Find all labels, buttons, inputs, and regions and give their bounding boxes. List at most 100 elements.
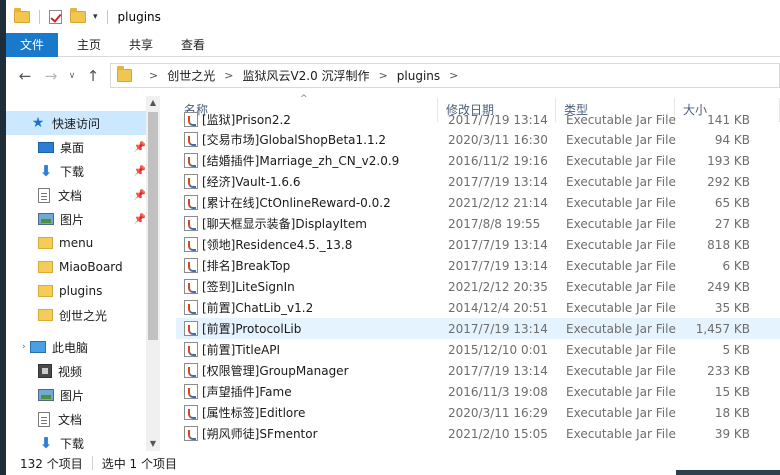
download-icon: ⬇ xyxy=(39,434,53,452)
table-row[interactable]: [前置]ChatLib_v1.2 2014/12/4 20:51 Executabl… xyxy=(176,297,780,318)
jar-file-icon xyxy=(184,237,198,252)
file-name-cell: [领地]Residence4.5._13.8 xyxy=(176,236,438,253)
nav-label: 下载 xyxy=(60,164,85,179)
breadcrumb-separator: > xyxy=(149,69,159,82)
file-size: 15 KB xyxy=(714,384,750,399)
nav-item-chuangshizhiguang[interactable]: 创世之光 xyxy=(6,303,146,327)
nav-label: 文档 xyxy=(58,188,83,203)
background-window-edge xyxy=(676,470,780,475)
file-size: 94 KB xyxy=(714,132,750,147)
table-row[interactable]: [排名]BreakTop 2017/7/19 13:14 Executable Ja… xyxy=(176,255,780,276)
nav-item-menu[interactable]: menu xyxy=(6,231,146,255)
file-size: 193 KB xyxy=(707,153,750,168)
jar-file-icon xyxy=(184,216,198,231)
table-row[interactable]: [朔风师徒]SFmentor 2021/2/10 15:05 Executable … xyxy=(176,423,780,444)
table-row[interactable]: [聊天框显示装备]DisplayItem 2017/8/8 19:55 Execut… xyxy=(176,213,780,234)
file-size: 1,457 KB xyxy=(695,321,750,336)
nav-item-desktop[interactable]: 桌面 📌 xyxy=(6,135,146,159)
table-row[interactable]: [权限管理]GroupManager 2017/7/19 13:14 Executa… xyxy=(176,360,780,381)
file-name-cell: [监狱]Prison2.2 xyxy=(176,111,438,128)
nav-item-downloads[interactable]: ⬇ 下载 📌 xyxy=(6,159,146,183)
file-name: [结婚插件]Marriage_zh_CN_v2.0.9 xyxy=(202,154,400,168)
folder-icon xyxy=(117,66,132,82)
file-type: Executable Jar File xyxy=(566,363,676,378)
nav-quick-access[interactable]: ★ 快速访问 xyxy=(6,111,146,135)
forward-button[interactable]: → xyxy=(38,67,64,85)
expand-chevron-icon[interactable]: › xyxy=(22,342,26,352)
table-row[interactable]: [累计在线]CtOnlineReward-0.0.2 2021/2/12 21:1… xyxy=(176,192,780,213)
table-row[interactable]: [属性标签]Editlore 2020/3/11 16:29 Executable … xyxy=(176,402,780,423)
file-name: [监狱]Prison2.2 xyxy=(202,113,291,127)
new-folder-icon[interactable] xyxy=(70,7,86,23)
file-name-cell: [前置]ProtocolLib xyxy=(176,320,438,337)
table-row[interactable]: [监狱]Prison2.2 2017/7/19 13:14 Executable J… xyxy=(176,110,780,129)
file-name: [领地]Residence4.5._13.8 xyxy=(202,238,353,252)
pictures-icon xyxy=(38,213,54,225)
file-type: Executable Jar File xyxy=(566,132,676,147)
nav-this-pc[interactable]: › 此电脑 xyxy=(6,335,146,359)
customize-toolbar-dropdown[interactable]: ▾ xyxy=(93,12,98,22)
table-row[interactable]: [结婚插件]Marriage_zh_CN_v2.0.9 2016/11/2 19:… xyxy=(176,150,780,171)
tab-view[interactable]: 查看 xyxy=(168,33,218,57)
navigation-scrollbar[interactable]: ▲ ▼ xyxy=(146,96,160,451)
modified-date: 2021/2/12 21:14 xyxy=(448,195,548,210)
recent-locations-button[interactable]: ∨ xyxy=(64,71,80,81)
ribbon-tabs: 文件 主页 共享 查看 xyxy=(6,33,780,57)
table-row[interactable]: [声望插件]Fame 2016/11/3 19:08 Executable Jar … xyxy=(176,381,780,402)
file-type: Executable Jar File xyxy=(566,153,676,168)
jar-file-icon xyxy=(184,112,198,127)
modified-date: 2017/7/19 13:14 xyxy=(448,363,548,378)
nav-label: menu xyxy=(59,236,94,250)
nav-label: 文档 xyxy=(58,412,83,427)
table-row[interactable]: [前置]ProtocolLib 2017/7/19 13:14 Executable… xyxy=(176,318,780,339)
tab-home[interactable]: 主页 xyxy=(64,33,114,57)
table-row[interactable]: [交易市场]GlobalShopBeta1.1.2 2020/3/11 16:30… xyxy=(176,129,780,150)
address-bar[interactable]: > 创世之光 > 监狱风云V2.0 沉浮制作 > plugins > xyxy=(110,63,780,88)
modified-date: 2021/2/12 20:35 xyxy=(448,279,548,294)
nav-item-documents[interactable]: 文档 📌 xyxy=(6,183,146,207)
pin-icon: 📌 xyxy=(133,165,146,177)
table-row[interactable]: [前置]TitleAPI 2015/12/10 0:01 Executable Ja… xyxy=(176,339,780,360)
nav-item-miaoboard[interactable]: MiaoBoard xyxy=(6,255,146,279)
download-icon: ⬇ xyxy=(39,162,53,180)
table-row[interactable]: [领地]Residence4.5._13.8 2017/7/19 13:14 Exe… xyxy=(176,234,780,255)
jar-file-icon xyxy=(184,342,198,357)
nav-item-plugins[interactable]: plugins xyxy=(6,279,146,303)
tab-share[interactable]: 共享 xyxy=(116,33,166,57)
tab-file[interactable]: 文件 xyxy=(6,33,59,57)
breadcrumb-separator[interactable]: > xyxy=(449,69,458,82)
breadcrumb-item[interactable]: 监狱风云V2.0 沉浮制作 xyxy=(242,67,369,84)
table-row[interactable]: [经济]Vault-1.6.6 2017/7/19 13:14 Executable… xyxy=(176,171,780,192)
scrollbar-thumb[interactable] xyxy=(148,112,158,340)
file-name: [交易市场]GlobalShopBeta1.1.2 xyxy=(202,133,387,147)
table-row[interactable]: [签到]LiteSignIn 2021/2/12 20:35 Executable … xyxy=(176,276,780,297)
scroll-down-arrow-icon[interactable]: ▼ xyxy=(146,437,160,451)
nav-item-pictures[interactable]: 图片 📌 xyxy=(6,207,146,231)
breadcrumb-item[interactable]: plugins xyxy=(397,69,440,83)
jar-file-icon xyxy=(184,405,198,420)
video-icon xyxy=(38,364,52,378)
jar-file-icon xyxy=(184,132,198,147)
document-icon xyxy=(38,187,50,203)
up-button[interactable]: ↑ xyxy=(80,67,106,85)
file-name-cell: [交易市场]GlobalShopBeta1.1.2 xyxy=(176,131,438,148)
nav-item-videos[interactable]: 视频 xyxy=(6,359,146,383)
modified-date: 2016/11/2 19:16 xyxy=(448,153,548,168)
file-name: [属性标签]Editlore xyxy=(202,406,306,420)
jar-file-icon xyxy=(184,363,198,378)
properties-icon[interactable] xyxy=(49,9,62,24)
breadcrumb-item[interactable]: 创世之光 xyxy=(167,67,215,84)
file-type: Executable Jar File xyxy=(566,321,676,336)
file-name: [前置]ChatLib_v1.2 xyxy=(202,301,314,315)
file-size: 249 KB xyxy=(707,279,750,294)
scroll-up-arrow-icon[interactable]: ▲ xyxy=(146,96,160,110)
file-type: Executable Jar File xyxy=(566,112,676,127)
modified-date: 2017/7/19 13:14 xyxy=(448,112,548,127)
file-name-cell: [聊天框显示装备]DisplayItem xyxy=(176,215,438,232)
back-button[interactable]: ← xyxy=(12,67,38,85)
nav-item-pc-pictures[interactable]: 图片 xyxy=(6,383,146,407)
file-name-cell: [结婚插件]Marriage_zh_CN_v2.0.9 xyxy=(176,152,438,169)
nav-item-pc-documents[interactable]: 文档 xyxy=(6,407,146,431)
file-name-cell: [前置]TitleAPI xyxy=(176,341,438,358)
jar-file-icon xyxy=(184,174,198,189)
